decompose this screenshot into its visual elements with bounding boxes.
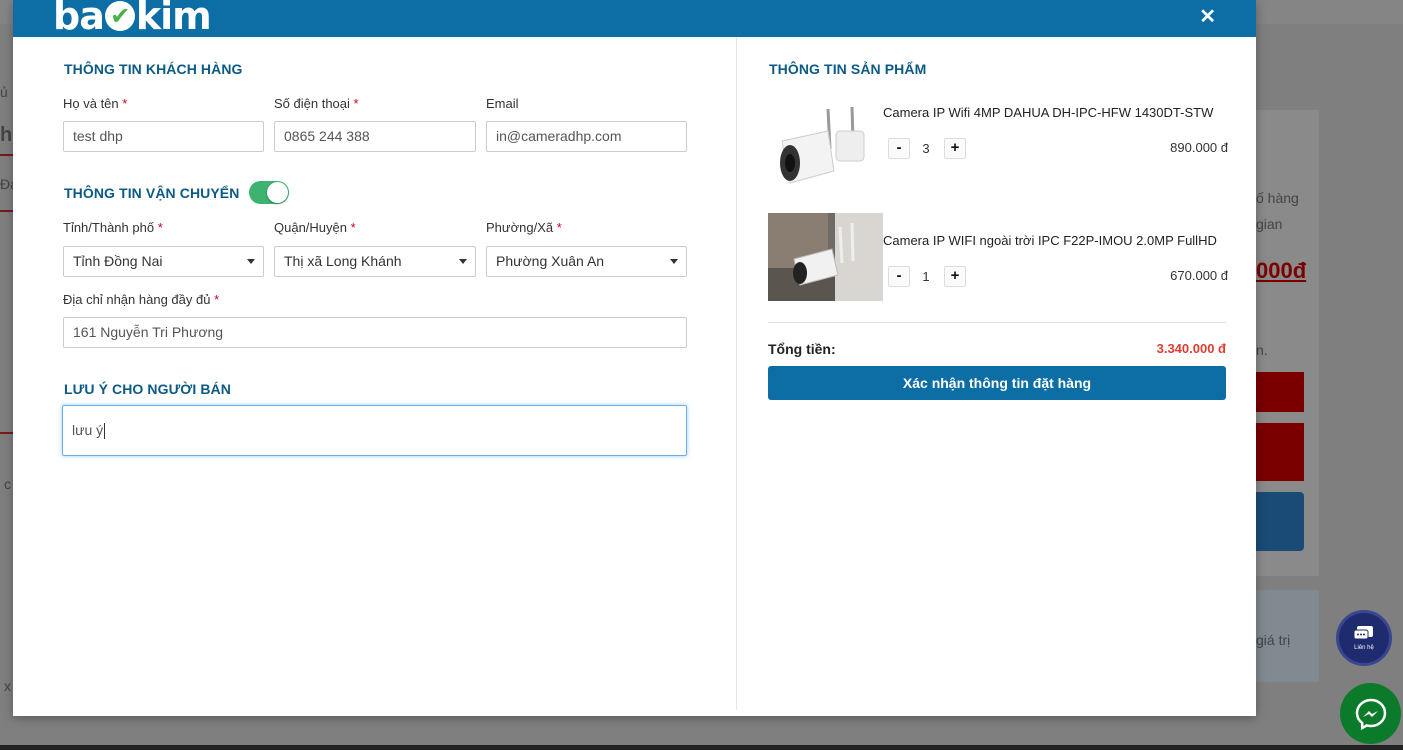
name-input[interactable]: test dhp — [63, 121, 264, 152]
chevron-down-icon — [247, 259, 255, 264]
chat-icon — [1353, 626, 1373, 640]
messenger-icon — [1355, 698, 1386, 730]
contact-chat-button[interactable]: Liên hệ — [1336, 610, 1392, 666]
required-mark: * — [556, 220, 562, 235]
increase-qty-button[interactable]: + — [944, 266, 966, 287]
province-select[interactable]: Tỉnh Đồng Nai — [63, 246, 264, 277]
province-value: Tỉnh Đồng Nai — [73, 253, 163, 269]
district-label: Quận/Huyện * — [274, 220, 356, 235]
district-value: Thị xã Long Khánh — [284, 253, 402, 269]
product-price: 670.000 đ — [1170, 268, 1228, 283]
background-button — [1256, 372, 1304, 412]
district-select[interactable]: Thị xã Long Khánh — [274, 246, 476, 277]
product-summary-column: THÔNG TIN SẢN PHẨM Camera IP Wifi 4MP DA… — [738, 37, 1256, 710]
required-mark: * — [350, 220, 356, 235]
increase-qty-button[interactable]: + — [944, 138, 966, 159]
chevron-down-icon — [670, 259, 678, 264]
baokim-logo: ba ✔ kim — [53, 0, 212, 38]
customer-info-title: THÔNG TIN KHÁCH HÀNG — [64, 61, 243, 77]
product-image — [768, 101, 883, 189]
check-icon: ✔ — [104, 1, 135, 31]
background-footer — [0, 745, 1403, 750]
messenger-button[interactable] — [1340, 683, 1401, 744]
close-icon[interactable]: ✕ — [1199, 6, 1216, 28]
name-label: Họ và tên * — [63, 96, 127, 111]
background-button — [1256, 423, 1304, 481]
toggle-knob — [267, 182, 288, 203]
seller-note-value: lưu ý — [72, 422, 104, 438]
email-label: Email — [486, 96, 519, 111]
decrease-qty-button[interactable]: - — [888, 138, 910, 159]
product-item: Camera IP WIFI ngoài trời IPC F22P-IMOU … — [768, 213, 1228, 309]
background-text: x — [4, 678, 11, 694]
background-text: c — [4, 476, 11, 492]
address-label: Địa chỉ nhận hàng đầy đủ * — [63, 292, 219, 307]
quantity-value: 3 — [922, 141, 930, 156]
province-label: Tỉnh/Thành phố * — [63, 220, 163, 235]
quantity-value: 1 — [922, 269, 930, 284]
background-divider — [0, 154, 13, 156]
phone-label-text: Số điện thoại — [274, 96, 350, 111]
modal-header: ba ✔ kim ✕ — [13, 0, 1256, 38]
background-text: ủ — [0, 84, 8, 100]
camera-image-icon — [768, 213, 883, 301]
district-label-text: Quận/Huyện — [274, 220, 347, 235]
summary-divider — [768, 322, 1226, 323]
background-divider — [0, 432, 13, 434]
address-input[interactable]: 161 Nguyễn Tri Phương — [63, 317, 687, 348]
product-name: Camera IP Wifi 4MP DAHUA DH-IPC-HFW 1430… — [883, 105, 1214, 120]
chat-label: Liên hệ — [1354, 645, 1374, 651]
background-text: h — [0, 124, 13, 146]
background-text: ố hàng — [1256, 190, 1299, 206]
total-label: Tổng tiền: — [768, 341, 836, 357]
required-mark: * — [122, 96, 128, 111]
total-value: 3.340.000 đ — [1156, 341, 1226, 356]
product-item: Camera IP Wifi 4MP DAHUA DH-IPC-HFW 1430… — [768, 97, 1228, 193]
required-mark: * — [214, 292, 220, 307]
logo-text-right: kim — [135, 0, 212, 38]
province-label-text: Tỉnh/Thành phố — [63, 220, 155, 235]
checkout-modal: ba ✔ kim ✕ THÔNG TIN KHÁCH HÀNG Họ và tê… — [13, 0, 1256, 716]
product-price: 890.000 đ — [1170, 140, 1228, 155]
phone-label: Số điện thoại * — [274, 96, 359, 111]
confirm-order-button[interactable]: Xác nhận thông tin đặt hàng — [768, 366, 1226, 400]
ward-value: Phường Xuân An — [496, 253, 605, 269]
background-text: gian — [1256, 216, 1283, 232]
product-name: Camera IP WIFI ngoài trời IPC F22P-IMOU … — [883, 233, 1217, 248]
background-divider — [0, 210, 13, 212]
logo-text-left: ba — [53, 0, 105, 38]
ward-select[interactable]: Phường Xuân An — [486, 246, 687, 277]
decrease-qty-button[interactable]: - — [888, 266, 910, 287]
product-image — [768, 213, 883, 301]
chevron-down-icon — [459, 259, 467, 264]
text-cursor — [104, 423, 106, 440]
required-mark: * — [157, 220, 163, 235]
shipping-toggle[interactable] — [249, 181, 289, 204]
address-label-text: Địa chỉ nhận hàng đầy đủ — [63, 292, 211, 307]
background-price: 000đ — [1256, 258, 1307, 283]
product-info-title: THÔNG TIN SẢN PHẨM — [769, 61, 927, 77]
camera-image-icon — [768, 101, 883, 189]
shipping-info-title: THÔNG TIN VẬN CHUYỂN — [64, 185, 240, 201]
phone-input[interactable]: 0865 244 388 — [274, 121, 476, 152]
ward-label: Phường/Xã * — [486, 220, 562, 235]
name-label-text: Họ và tên — [63, 96, 119, 111]
seller-note-title: LƯU Ý CHO NGƯỜI BÁN — [64, 381, 231, 397]
email-input[interactable]: in@cameradhp.com — [486, 121, 687, 152]
background-text: giá trị — [1256, 632, 1291, 648]
background-text: n. — [1256, 342, 1268, 358]
required-mark: * — [353, 96, 359, 111]
customer-form-column: THÔNG TIN KHÁCH HÀNG Họ và tên * test dh… — [13, 37, 737, 710]
background-button — [1256, 492, 1304, 551]
seller-note-input[interactable]: lưu ý — [62, 405, 687, 456]
ward-label-text: Phường/Xã — [486, 220, 554, 235]
